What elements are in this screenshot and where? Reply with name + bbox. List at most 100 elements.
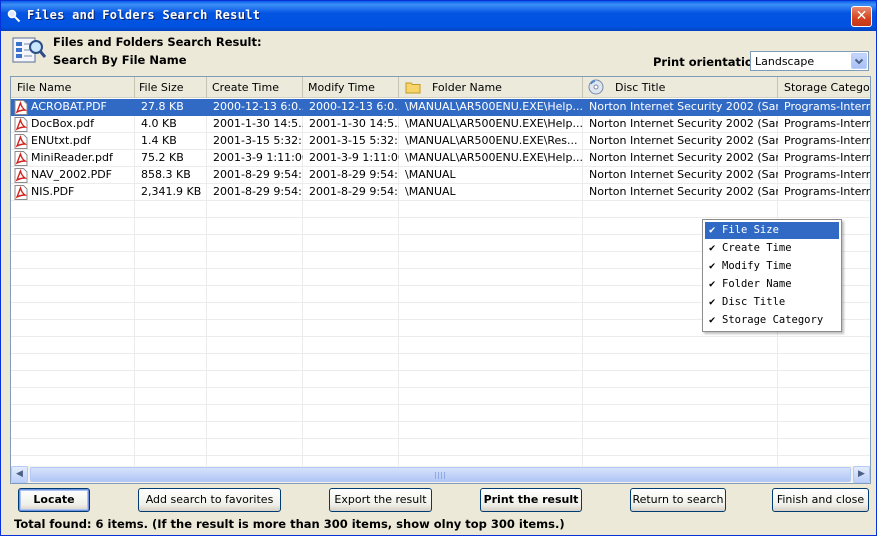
menu-item-modify-time[interactable]: ✔ Modify Time: [705, 258, 839, 275]
cell-file-size: 858.3 KB: [141, 168, 191, 181]
cell-folder-name: \MANUAL: [405, 185, 456, 198]
table-row[interactable]: DocBox.pdf 4.0 KB 2001-1-30 14:5... 2001-1-…: [11, 116, 870, 133]
column-header-file-name[interactable]: File Name: [11, 77, 135, 98]
table-row[interactable]: NIS.PDF 2,341.9 KB 2001-8-29 9:54:... 2001-…: [11, 184, 870, 201]
cell-file-size: 75.2 KB: [141, 151, 184, 164]
cell-file-name: ENUtxt.pdf: [11, 133, 135, 150]
column-header-folder-name[interactable]: Folder Name: [399, 77, 583, 98]
checkmark-icon: ✔: [709, 314, 716, 326]
cell-modify-time: 2001-3-15 5:32:...: [309, 134, 399, 147]
table-row[interactable]: NAV_2002.PDF 858.3 KB 2001-8-29 9:54:... 20…: [11, 167, 870, 184]
file-name-text: DocBox.pdf: [31, 117, 95, 130]
column-header-file-size[interactable]: File Size: [135, 77, 207, 98]
table-row[interactable]: MiniReader.pdf 75.2 KB 2001-3-9 1:11:06 200…: [11, 150, 870, 167]
checkmark-icon: ✔: [709, 242, 716, 254]
scroll-right-button[interactable]: ▶: [853, 466, 870, 483]
cell-file-size: 2,341.9 KB: [141, 185, 202, 198]
disc-icon: [588, 79, 604, 95]
column-header-storage-category[interactable]: Storage Category: [778, 77, 870, 98]
cell-disc-title: Norton Internet Security 2002 (Sample): [589, 185, 778, 198]
column-header-create-time[interactable]: Create Time: [207, 77, 303, 98]
print-orientation-select[interactable]: Landscape: [750, 51, 869, 71]
menu-item-label: Folder Name: [722, 278, 792, 290]
cell-storage-category: Programs-Intern...: [784, 134, 870, 147]
menu-item-disc-title[interactable]: ✔ Disc Title: [705, 294, 839, 311]
cell-file-size: 1.4 KB: [141, 134, 177, 147]
pdf-file-icon: [14, 185, 28, 200]
menu-item-label: Storage Category: [722, 314, 824, 326]
pdf-file-icon: [14, 117, 28, 132]
pdf-file-icon: [14, 168, 28, 183]
chevron-down-icon: [854, 58, 864, 65]
cell-storage-category: Programs-Intern...: [778, 99, 870, 116]
search-result-window: Files and Folders Search Result ✕ Files …: [0, 0, 877, 536]
window-title: Files and Folders Search Result: [27, 8, 261, 22]
locate-button[interactable]: Locate: [18, 488, 90, 512]
cell-folder-name: \MANUAL\AR500ENU.EXE\Res...: [405, 134, 578, 147]
cell-file-name: NAV_2002.PDF: [11, 167, 135, 184]
checkmark-icon: ✔: [709, 224, 716, 236]
search-mode-label: Search By File Name: [53, 53, 187, 67]
cell-file-name: NIS.PDF: [11, 184, 135, 201]
menu-item-label: Disc Title: [722, 296, 786, 308]
print-button[interactable]: Print the result: [480, 488, 582, 512]
menu-item-label: Modify Time: [722, 260, 792, 272]
print-orientation-label: Print orientation:: [653, 55, 766, 69]
pdf-file-icon: [14, 100, 28, 115]
checkmark-icon: ✔: [709, 296, 716, 308]
cell-create-time: 2001-8-29 9:54:...: [213, 168, 303, 181]
cell-create-time: 2000-12-13 6:0...: [207, 99, 303, 116]
dropdown-arrow-button[interactable]: [851, 53, 867, 69]
export-button[interactable]: Export the result: [329, 488, 432, 512]
cell-create-time: 2001-3-15 5:32:...: [213, 134, 303, 147]
print-orientation-value: Landscape: [755, 55, 815, 68]
cell-modify-time: 2001-8-29 9:54:...: [309, 185, 399, 198]
cell-file-size: 4.0 KB: [141, 117, 177, 130]
file-name-text: NIS.PDF: [31, 185, 75, 198]
cell-folder-name: \MANUAL\AR500ENU.EXE\Help...: [405, 117, 583, 130]
column-context-menu[interactable]: ✔ File Size ✔ Create Time ✔ Modify Time ✔ Folde…: [702, 219, 842, 332]
pdf-file-icon: [14, 151, 28, 166]
column-header-disc-title[interactable]: Disc Title: [583, 77, 778, 98]
menu-item-label: File Size: [722, 224, 779, 236]
cell-disc-title: Norton Internet Security 2002 (Sample): [589, 134, 778, 147]
cell-file-size: 27.8 KB: [135, 99, 207, 116]
checkmark-icon: ✔: [709, 260, 716, 272]
cell-modify-time: 2001-8-29 9:54:...: [309, 168, 399, 181]
cell-storage-category: Programs-Intern...: [784, 151, 870, 164]
cell-create-time: 2001-3-9 1:11:06: [213, 151, 303, 164]
table-row[interactable]: ACROBAT.PDF 27.8 KB 2000-12-13 6:0... 2000-…: [11, 99, 870, 116]
cell-disc-title: Norton Internet Security 2002 (Sample): [583, 99, 778, 116]
menu-item-create-time[interactable]: ✔ Create Time: [705, 240, 839, 257]
file-name-text: NAV_2002.PDF: [31, 168, 112, 181]
finish-and-close-button[interactable]: Finish and close: [772, 488, 869, 512]
cell-create-time: 2001-8-29 9:54:...: [213, 185, 303, 198]
cell-modify-time: 2000-12-13 6:0...: [303, 99, 399, 116]
cell-folder-name: \MANUAL: [405, 168, 456, 181]
cell-storage-category: Programs-Intern...: [784, 185, 870, 198]
column-header-modify-time[interactable]: Modify Time: [303, 77, 399, 98]
menu-item-folder-name[interactable]: ✔ Folder Name: [705, 276, 839, 293]
horizontal-scrollbar[interactable]: ◀ ▶: [11, 466, 870, 483]
add-to-favorites-button[interactable]: Add search to favorites: [138, 488, 281, 512]
cell-modify-time: 2001-3-9 1:11:06: [309, 151, 399, 164]
cell-storage-category: Programs-Intern...: [784, 168, 870, 181]
table-row[interactable]: ENUtxt.pdf 1.4 KB 2001-3-15 5:32:... 2001-3…: [11, 133, 870, 150]
file-name-text: ACROBAT.PDF: [31, 100, 107, 113]
scroll-thumb[interactable]: [30, 467, 851, 482]
search-result-icon: [12, 37, 47, 63]
file-name-text: ENUtxt.pdf: [31, 134, 91, 147]
cell-disc-title: Norton Internet Security 2002 (Sample): [589, 117, 778, 130]
return-to-search-button[interactable]: Return to search: [630, 488, 726, 512]
list-header: File Name File Size Create Time Modify T…: [11, 77, 870, 98]
menu-item-storage-category[interactable]: ✔ Storage Category: [705, 312, 839, 329]
close-button[interactable]: ✕: [851, 6, 872, 27]
scroll-left-button[interactable]: ◀: [11, 466, 28, 483]
title-bar[interactable]: Files and Folders Search Result ✕: [1, 1, 876, 31]
cell-disc-title: Norton Internet Security 2002 (Sample): [589, 168, 778, 181]
cell-folder-name: \MANUAL\AR500ENU.EXE\Help...: [399, 99, 583, 116]
menu-item-file-size[interactable]: ✔ File Size: [705, 222, 839, 239]
search-folder-icon: [7, 9, 21, 23]
folder-icon: [405, 82, 421, 94]
grip-icon: [435, 472, 445, 479]
